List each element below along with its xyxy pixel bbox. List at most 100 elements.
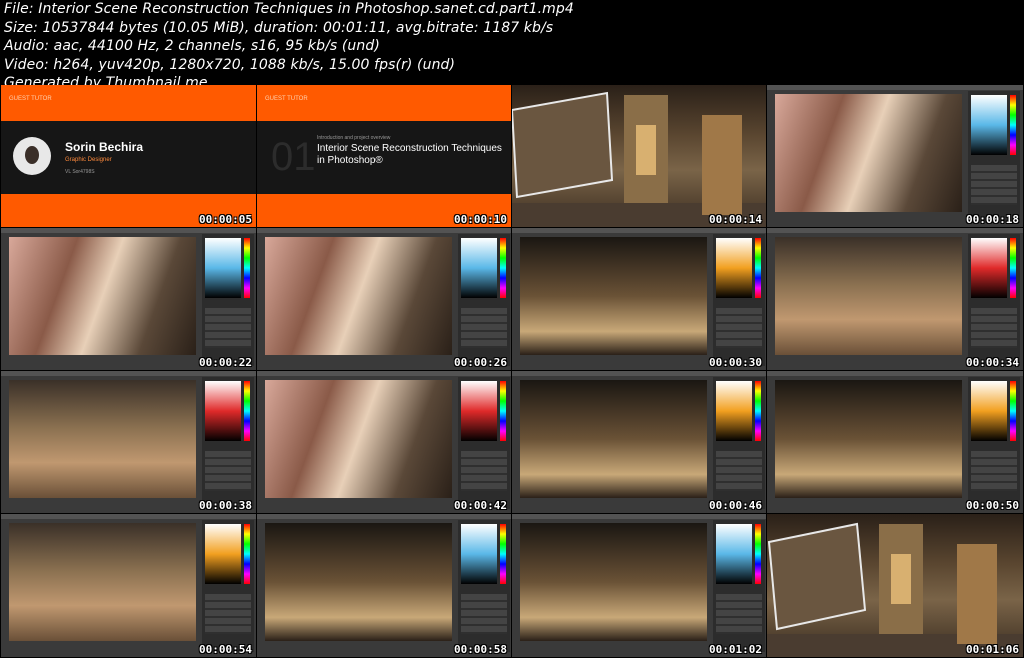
thumbnail-14[interactable]: 00:00:58 [257, 514, 511, 657]
thumbnail-7[interactable]: 00:00:30 [512, 228, 766, 370]
menu-bar [1, 228, 256, 233]
layers-panel [971, 308, 1017, 348]
document-canvas [9, 380, 196, 498]
layers-panel [716, 451, 762, 491]
menu-bar [512, 514, 766, 519]
hue-slider [500, 238, 506, 298]
thumbnail-3[interactable]: 00:00:14 [512, 85, 766, 227]
menu-bar [257, 228, 511, 233]
hue-slider [244, 381, 250, 441]
layers-panel [205, 451, 251, 491]
color-picker [716, 524, 752, 584]
file-line: File: Interior Scene Reconstruction Tech… [4, 1, 574, 17]
guest-tutor-tag: GUEST TUTOR [265, 96, 308, 102]
timestamp: 00:01:06 [966, 643, 1019, 656]
color-picker [971, 95, 1007, 155]
timestamp: 00:01:02 [709, 643, 762, 656]
avatar [13, 137, 51, 175]
hue-slider [755, 524, 761, 584]
timestamp: 00:00:54 [199, 643, 252, 656]
thumbnail-16[interactable]: 00:01:06 [767, 514, 1023, 657]
document-canvas [265, 523, 452, 641]
menu-bar [767, 228, 1023, 233]
menu-bar [767, 371, 1023, 376]
menu-bar [1, 514, 256, 519]
document-canvas [265, 380, 452, 498]
document-canvas [9, 237, 196, 355]
hue-slider [500, 524, 506, 584]
color-picker [971, 238, 1007, 298]
menu-bar [512, 371, 766, 376]
file-info-header: File: Interior Scene Reconstruction Tech… [4, 0, 1020, 91]
timestamp: 00:00:34 [966, 356, 1019, 369]
menu-bar [767, 85, 1023, 90]
layers-panel [205, 594, 251, 634]
hue-slider [1010, 95, 1016, 155]
timestamp: 00:00:26 [454, 356, 507, 369]
menu-bar [257, 371, 511, 376]
document-canvas [775, 380, 962, 498]
thumbnail-9[interactable]: 00:00:38 [1, 371, 256, 513]
timestamp: 00:00:50 [966, 499, 1019, 512]
menu-bar [257, 514, 511, 519]
hue-slider [244, 524, 250, 584]
video-line: Video: h264, yuv420p, 1280x720, 1088 kb/… [4, 56, 456, 73]
layers-panel [971, 451, 1017, 491]
cathedral-image [512, 91, 766, 227]
layers-panel [461, 451, 507, 491]
tutor-role: Graphic Designer [65, 157, 112, 163]
thumbnail-11[interactable]: 00:00:46 [512, 371, 766, 513]
layers-panel [971, 165, 1017, 205]
hue-slider [1010, 381, 1016, 441]
color-picker [205, 381, 241, 441]
document-canvas [775, 237, 962, 355]
audio-line: Audio: aac, 44100 Hz, 2 channels, s16, 9… [4, 38, 380, 54]
document-canvas [520, 237, 707, 355]
document-canvas [9, 523, 196, 641]
thumbnail-1[interactable]: GUEST TUTOR Sorin Bechira Graphic Design… [1, 85, 256, 227]
thumbnail-grid: GUEST TUTOR Sorin Bechira Graphic Design… [0, 85, 1024, 658]
timestamp: 00:00:14 [709, 213, 762, 226]
color-picker [971, 381, 1007, 441]
size-line: Size: 10537844 bytes (10.05 MiB), durati… [4, 19, 554, 36]
hue-slider [244, 238, 250, 298]
hue-slider [755, 238, 761, 298]
color-picker [461, 381, 497, 441]
course-title: Interior Scene Reconstruction Techniques… [317, 143, 502, 166]
thumbnail-6[interactable]: 00:00:26 [257, 228, 511, 370]
menu-bar [512, 228, 766, 233]
color-picker [716, 238, 752, 298]
color-picker [205, 524, 241, 584]
thumbnail-13[interactable]: 00:00:54 [1, 514, 256, 657]
color-picker [716, 381, 752, 441]
layers-panel [716, 308, 762, 348]
hue-slider [1010, 238, 1016, 298]
timestamp: 00:00:22 [199, 356, 252, 369]
tutor-name: Sorin Bechira [65, 140, 144, 154]
document-canvas [520, 380, 707, 498]
hue-slider [755, 381, 761, 441]
timestamp: 00:00:05 [199, 213, 252, 226]
timestamp: 00:00:46 [709, 499, 762, 512]
tutor-handle: VL Sor4798S [65, 169, 95, 175]
document-canvas [775, 94, 962, 212]
color-picker [205, 238, 241, 298]
hue-slider [500, 381, 506, 441]
layers-panel [461, 594, 507, 634]
timestamp: 00:00:42 [454, 499, 507, 512]
document-canvas [265, 237, 452, 355]
thumbnail-8[interactable]: 00:00:34 [767, 228, 1023, 370]
thumbnail-5[interactable]: 00:00:22 [1, 228, 256, 370]
timestamp: 00:00:30 [709, 356, 762, 369]
menu-bar [1, 371, 256, 376]
timestamp: 00:00:18 [966, 213, 1019, 226]
thumbnail-10[interactable]: 00:00:42 [257, 371, 511, 513]
thumbnail-12[interactable]: 00:00:50 [767, 371, 1023, 513]
thumbnail-2[interactable]: GUEST TUTOR 01 Introduction and project … [257, 85, 511, 227]
cathedral-image [767, 522, 1023, 657]
lesson-number: 01 [271, 135, 316, 179]
timestamp: 00:00:58 [454, 643, 507, 656]
thumbnail-4[interactable]: 00:00:18 [767, 85, 1023, 227]
thumbnail-15[interactable]: 00:01:02 [512, 514, 766, 657]
layers-panel [716, 594, 762, 634]
